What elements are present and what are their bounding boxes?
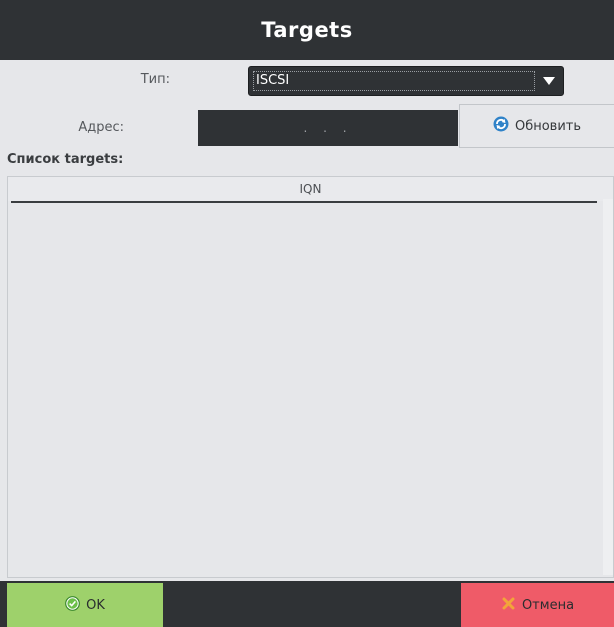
dialog-title: Targets: [261, 18, 353, 42]
address-label: Адрес:: [78, 120, 124, 135]
address-input[interactable]: . . .: [198, 110, 458, 146]
type-select[interactable]: ISCSI: [248, 66, 564, 96]
column-header-iqn[interactable]: IQN: [8, 177, 613, 201]
header-divider: [11, 201, 597, 203]
ok-button[interactable]: OK: [7, 583, 163, 627]
targets-dialog: Targets Тип: ISCSI Адрес: . . . Обновить…: [0, 0, 614, 627]
cancel-button-label: Отмена: [521, 597, 575, 613]
close-icon: [501, 596, 516, 615]
chevron-down-icon[interactable]: [539, 72, 559, 90]
check-circle-icon: [65, 595, 81, 615]
vertical-scrollbar[interactable]: [603, 199, 613, 575]
refresh-icon: [493, 116, 509, 136]
refresh-button-label: Обновить: [514, 118, 582, 134]
type-select-value: ISCSI: [253, 71, 535, 91]
column-header-label: IQN: [299, 182, 322, 196]
targets-table[interactable]: IQN: [7, 176, 614, 578]
targets-list-title: Список targets:: [7, 152, 124, 167]
refresh-button[interactable]: Обновить: [459, 104, 614, 148]
type-label: Тип:: [140, 72, 170, 87]
cancel-button[interactable]: Отмена: [461, 583, 614, 627]
title-bar: Targets: [0, 0, 614, 60]
ok-button-label: OK: [86, 597, 105, 613]
